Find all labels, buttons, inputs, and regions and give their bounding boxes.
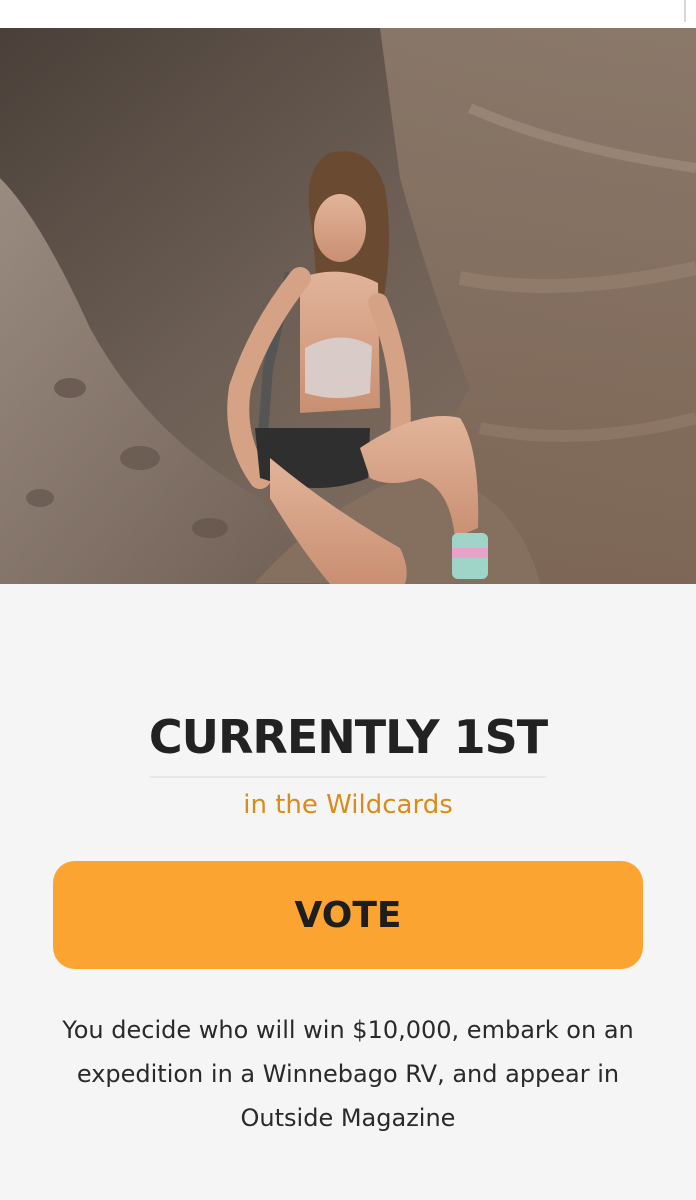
category-label: in the Wildcards — [243, 790, 453, 820]
scroll-edge-mark — [684, 0, 686, 22]
vote-button[interactable]: VOTE — [53, 861, 643, 969]
contest-description: You decide who will win $10,000, embark … — [62, 1016, 634, 1132]
vote-button-label: VOTE — [294, 894, 402, 936]
rank-status-heading: CURRENTLY 1ST — [148, 710, 548, 764]
heading-divider — [150, 776, 546, 778]
top-strip — [0, 0, 696, 28]
contestant-photo — [0, 28, 696, 584]
